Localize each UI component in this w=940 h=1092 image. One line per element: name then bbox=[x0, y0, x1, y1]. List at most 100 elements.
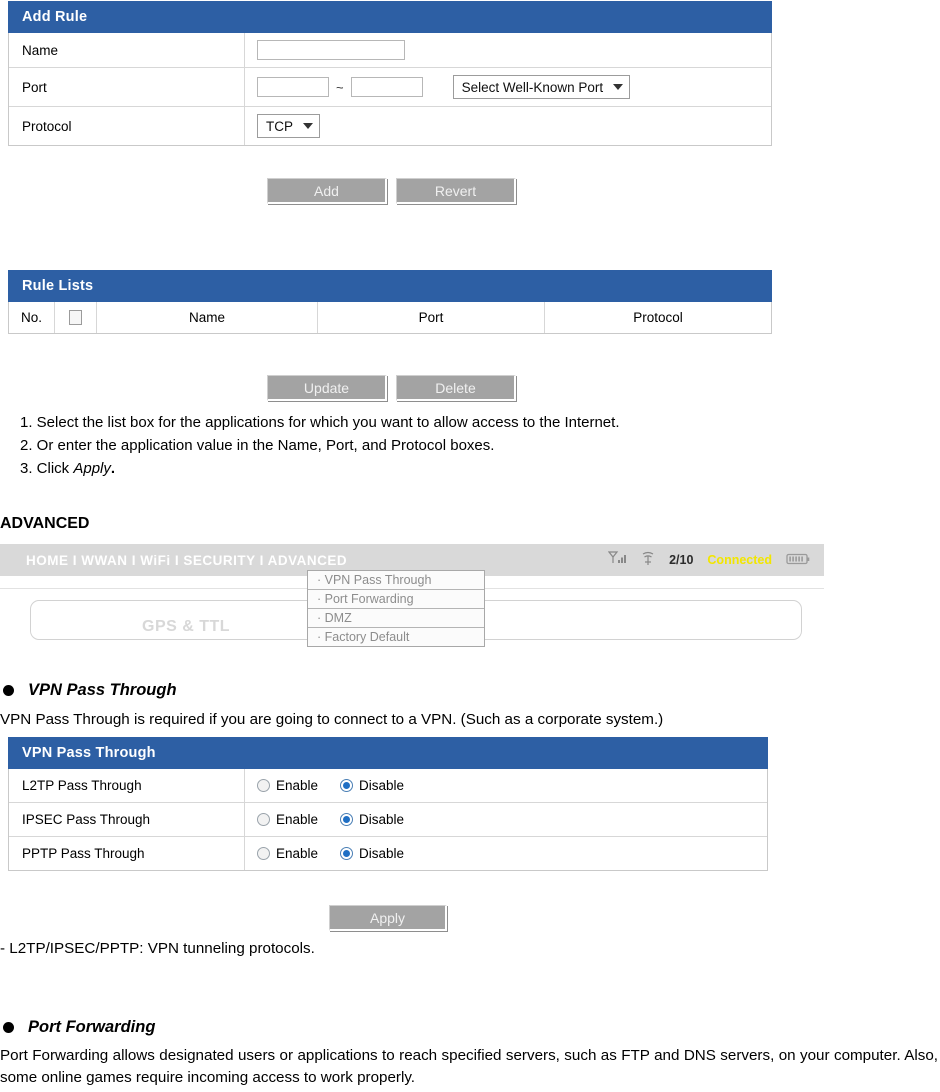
add-rule-port-cell: ~ Select Well-Known Port bbox=[245, 68, 771, 106]
rule-lists-header-row: No. Name Port Protocol bbox=[9, 302, 771, 333]
radio-selected-icon[interactable] bbox=[340, 847, 354, 860]
vpn-row-l2tp: L2TP Pass Through Enable Disable bbox=[9, 769, 767, 803]
l2tp-radio-group: Enable Disable bbox=[257, 778, 404, 793]
instruction-3-suffix: . bbox=[110, 460, 116, 477]
pptp-disable-option[interactable]: Disable bbox=[340, 846, 404, 861]
column-header-name: Name bbox=[97, 302, 318, 333]
add-rule-row-port: Port ~ Select Well-Known Port bbox=[9, 68, 771, 107]
rule-name-input[interactable] bbox=[257, 40, 405, 60]
vpn-panel: VPN Pass Through L2TP Pass Through Enabl… bbox=[8, 737, 768, 871]
signal-bars-icon bbox=[607, 551, 627, 569]
port-range-separator: ~ bbox=[336, 79, 344, 95]
port-to-input[interactable] bbox=[350, 77, 423, 97]
vpn-description: VPN Pass Through is required if you are … bbox=[0, 711, 664, 728]
column-header-protocol: Protocol bbox=[633, 310, 683, 325]
menu-item-port-forwarding[interactable]: · Port Forwarding bbox=[308, 590, 484, 609]
device-screenshot: HOME I WWAN I WiFi I SECURITY I ADVANCED bbox=[0, 544, 824, 647]
vpn-note: - L2TP/IPSEC/PPTP: VPN tunneling protoco… bbox=[0, 940, 315, 957]
rule-lists-title: Rule Lists bbox=[8, 270, 772, 302]
menu-item-factory-default[interactable]: · Factory Default bbox=[308, 628, 484, 646]
connection-status-label: Connected bbox=[707, 553, 772, 567]
delete-button[interactable]: Delete bbox=[396, 375, 516, 401]
vpn-panel-title: VPN Pass Through bbox=[8, 737, 768, 769]
battery-icon bbox=[786, 552, 810, 569]
rule-lists-button-row: Update Delete bbox=[267, 375, 516, 401]
add-rule-protocol-cell: TCP bbox=[245, 107, 771, 145]
column-header-no: No. bbox=[9, 302, 55, 333]
revert-button[interactable]: Revert bbox=[396, 178, 516, 204]
menu-item-vpn-pass-through[interactable]: · VPN Pass Through bbox=[308, 571, 484, 590]
select-all-checkbox[interactable] bbox=[69, 310, 82, 325]
ipsec-disable-label: Disable bbox=[359, 812, 405, 827]
port-from-input[interactable] bbox=[257, 77, 329, 97]
radio-selected-icon[interactable] bbox=[340, 779, 354, 792]
device-status-bar: 2/10 Connected bbox=[607, 551, 810, 569]
l2tp-label: L2TP Pass Through bbox=[9, 769, 245, 802]
add-rule-title: Add Rule bbox=[8, 1, 772, 33]
antenna-icon bbox=[641, 551, 655, 569]
radio-icon[interactable] bbox=[257, 779, 270, 792]
instructions-list: 1. Select the list box for the applicati… bbox=[0, 411, 930, 480]
l2tp-options: Enable Disable bbox=[245, 769, 767, 802]
vpn-pass-through-heading: VPN Pass Through bbox=[3, 681, 177, 700]
well-known-port-select[interactable]: Select Well-Known Port bbox=[452, 75, 631, 99]
list-item: 3. Click Apply. bbox=[20, 457, 930, 480]
advanced-dropdown-menu: · VPN Pass Through · Port Forwarding · D… bbox=[307, 570, 485, 647]
instruction-3-italic: Apply bbox=[73, 460, 111, 477]
vpn-row-pptp: PPTP Pass Through Enable Disable bbox=[9, 837, 767, 870]
pptp-radio-group: Enable Disable bbox=[257, 846, 404, 861]
pptp-label: PPTP Pass Through bbox=[9, 837, 245, 870]
port-forwarding-description: Port Forwarding allows designated users … bbox=[0, 1047, 938, 1086]
signal-count-label: 2/10 bbox=[669, 553, 694, 567]
vpn-pass-through-heading-label: VPN Pass Through bbox=[28, 681, 177, 699]
port-forwarding-heading-label: Port Forwarding bbox=[28, 1018, 156, 1036]
ipsec-enable-label: Enable bbox=[276, 812, 319, 827]
chevron-down-icon bbox=[303, 123, 313, 129]
l2tp-enable-label: Enable bbox=[276, 778, 319, 793]
pptp-options: Enable Disable bbox=[245, 837, 767, 870]
list-item: 1. Select the list box for the applicati… bbox=[20, 414, 620, 431]
bullet-dot-icon bbox=[3, 1022, 14, 1033]
ipsec-enable-option[interactable]: Enable bbox=[257, 812, 318, 827]
select-all-cell bbox=[55, 302, 97, 333]
chevron-down-icon bbox=[613, 84, 624, 90]
radio-icon[interactable] bbox=[257, 813, 270, 826]
add-rule-row-protocol: Protocol TCP bbox=[9, 107, 771, 145]
add-rule-name-label: Name bbox=[9, 33, 245, 67]
add-rule-name-cell bbox=[245, 33, 771, 67]
l2tp-enable-option[interactable]: Enable bbox=[257, 778, 318, 793]
well-known-port-select-label: Select Well-Known Port bbox=[461, 79, 604, 95]
instruction-items: 1. Select the list box for the applicati… bbox=[0, 411, 930, 480]
add-rule-protocol-label: Protocol bbox=[9, 107, 245, 145]
instruction-3-prefix: 3. Click bbox=[20, 460, 74, 477]
add-button[interactable]: Add bbox=[267, 178, 387, 204]
add-rule-row-name: Name bbox=[9, 33, 771, 68]
ipsec-disable-option[interactable]: Disable bbox=[340, 812, 404, 827]
add-rule-port-label: Port bbox=[9, 68, 245, 106]
l2tp-disable-option[interactable]: Disable bbox=[340, 778, 404, 793]
ipsec-options: Enable Disable bbox=[245, 803, 767, 836]
rule-lists-panel: Rule Lists No. Name Port Protocol bbox=[8, 270, 772, 334]
vpn-row-ipsec: IPSEC Pass Through Enable Disable bbox=[9, 803, 767, 837]
ipsec-radio-group: Enable Disable bbox=[257, 812, 404, 827]
add-rule-panel: Add Rule Name Port ~ Select Well-Known P… bbox=[8, 1, 772, 146]
pptp-enable-label: Enable bbox=[276, 846, 319, 861]
ipsec-label: IPSEC Pass Through bbox=[9, 803, 245, 836]
device-nav-links[interactable]: HOME I WWAN I WiFi I SECURITY I ADVANCED bbox=[26, 553, 347, 568]
radio-icon[interactable] bbox=[257, 847, 270, 860]
rule-lists-table: No. Name Port Protocol bbox=[8, 302, 772, 334]
update-button[interactable]: Update bbox=[267, 375, 387, 401]
bullet-dot-icon bbox=[3, 685, 14, 696]
add-rule-button-row: Add Revert bbox=[267, 178, 516, 204]
port-forwarding-heading: Port Forwarding bbox=[3, 1018, 155, 1037]
menu-item-dmz[interactable]: · DMZ bbox=[308, 609, 484, 628]
pptp-enable-option[interactable]: Enable bbox=[257, 846, 318, 861]
radio-selected-icon[interactable] bbox=[340, 813, 354, 826]
apply-button[interactable]: Apply bbox=[329, 905, 447, 931]
vpn-table: L2TP Pass Through Enable Disable IPSEC P… bbox=[8, 769, 768, 871]
pptp-disable-label: Disable bbox=[359, 846, 405, 861]
protocol-select[interactable]: TCP bbox=[257, 114, 320, 138]
add-rule-table: Name Port ~ Select Well-Known Port Proto… bbox=[8, 33, 772, 146]
device-ghost-text: GPS & TTL bbox=[142, 618, 231, 635]
l2tp-disable-label: Disable bbox=[359, 778, 405, 793]
